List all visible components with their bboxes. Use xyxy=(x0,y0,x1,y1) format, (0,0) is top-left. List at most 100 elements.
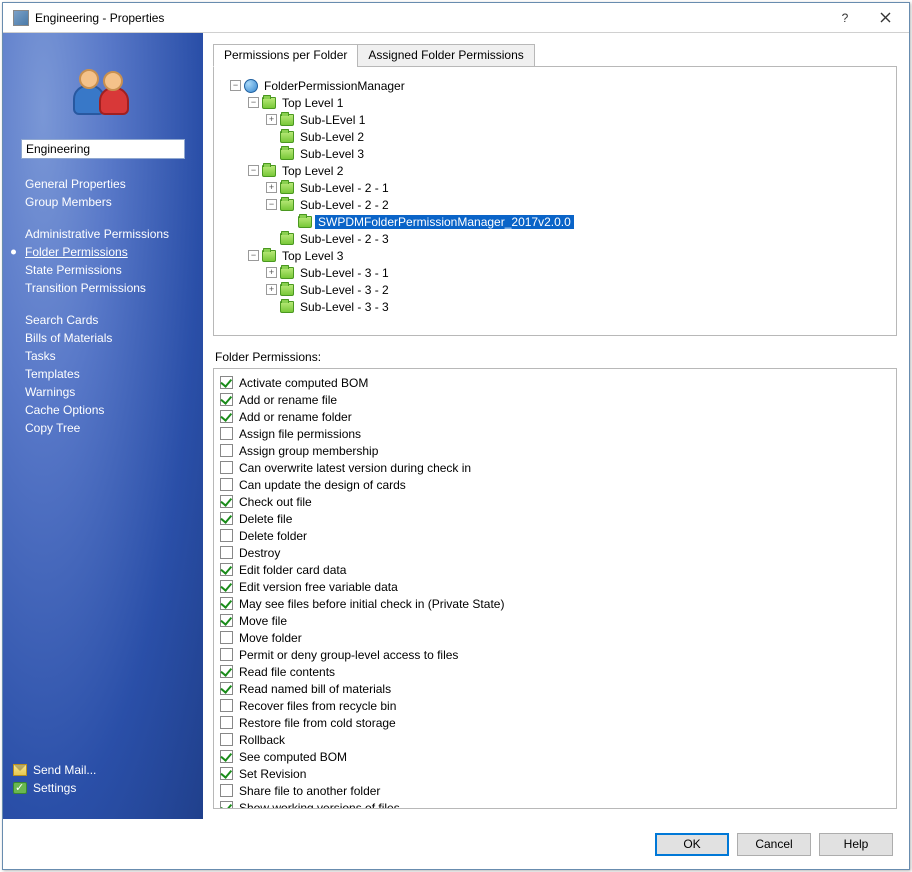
permission-checkbox[interactable] xyxy=(220,631,233,644)
permission-label[interactable]: Recover files from recycle bin xyxy=(239,699,396,713)
help-button-footer[interactable]: Help xyxy=(819,833,893,856)
settings-link[interactable]: Settings xyxy=(13,779,193,797)
tree-row[interactable]: +Sub-Level - 3 - 1 xyxy=(266,264,886,281)
tree-row[interactable]: Sub-Level 2 xyxy=(266,128,886,145)
permission-label[interactable]: May see files before initial check in (P… xyxy=(239,597,504,611)
sidebar-item[interactable]: Cache Options xyxy=(3,401,203,419)
permission-checkbox[interactable] xyxy=(220,801,233,809)
permission-checkbox[interactable] xyxy=(220,784,233,797)
tree-label[interactable]: FolderPermissionManager xyxy=(261,79,408,93)
expand-icon[interactable]: + xyxy=(266,114,277,125)
collapse-icon[interactable]: − xyxy=(230,80,241,91)
ok-button[interactable]: OK xyxy=(655,833,729,856)
permission-checkbox[interactable] xyxy=(220,648,233,661)
tree-row[interactable]: + Sub-Level - 2 - 1 xyxy=(266,179,886,196)
permission-label[interactable]: Delete folder xyxy=(239,529,307,543)
sidebar-item[interactable]: Templates xyxy=(3,365,203,383)
permission-label[interactable]: Edit version free variable data xyxy=(239,580,398,594)
tree-row[interactable]: Sub-Level - 2 - 3 xyxy=(266,230,886,247)
close-button[interactable] xyxy=(865,6,905,30)
permission-checkbox[interactable] xyxy=(220,563,233,576)
permission-checkbox[interactable] xyxy=(220,767,233,780)
sidebar-item[interactable]: State Permissions xyxy=(3,261,203,279)
permission-checkbox[interactable] xyxy=(220,597,233,610)
permission-label[interactable]: Edit folder card data xyxy=(239,563,346,577)
tree-label[interactable]: SWPDMFolderPermissionManager_2017v2.0.0 xyxy=(315,215,574,229)
permission-checkbox[interactable] xyxy=(220,410,233,423)
tree-row[interactable]: − Top Level 2 xyxy=(248,162,886,179)
sidebar-item[interactable]: Transition Permissions xyxy=(3,279,203,297)
permission-checkbox[interactable] xyxy=(220,665,233,678)
collapse-icon[interactable]: − xyxy=(248,165,259,176)
permission-label[interactable]: Delete file xyxy=(239,512,292,526)
tree-label[interactable]: Sub-Level - 2 - 1 xyxy=(297,181,392,195)
permission-label[interactable]: Destroy xyxy=(239,546,280,560)
permission-checkbox[interactable] xyxy=(220,495,233,508)
group-name-input[interactable] xyxy=(21,139,185,159)
tab[interactable]: Permissions per Folder xyxy=(213,44,358,67)
sidebar-item[interactable]: Warnings xyxy=(3,383,203,401)
permission-checkbox[interactable] xyxy=(220,461,233,474)
tree-label[interactable]: Sub-Level 2 xyxy=(297,130,367,144)
permission-label[interactable]: Assign group membership xyxy=(239,444,378,458)
permission-checkbox[interactable] xyxy=(220,478,233,491)
tree-row[interactable]: +Sub-Level - 3 - 2 xyxy=(266,281,886,298)
collapse-icon[interactable]: − xyxy=(266,199,277,210)
folder-tree[interactable]: −FolderPermissionManager−Top Level 1+Sub… xyxy=(224,77,886,315)
permission-label[interactable]: Move folder xyxy=(239,631,302,645)
tree-label[interactable]: Sub-Level - 3 - 1 xyxy=(297,266,392,280)
permission-label[interactable]: Assign file permissions xyxy=(239,427,361,441)
sidebar-item[interactable]: Bills of Materials xyxy=(3,329,203,347)
permission-label[interactable]: Restore file from cold storage xyxy=(239,716,396,730)
tree-row[interactable]: SWPDMFolderPermissionManager_2017v2.0.0 xyxy=(284,213,886,230)
permission-label[interactable]: Set Revision xyxy=(239,767,306,781)
permission-label[interactable]: Can update the design of cards xyxy=(239,478,406,492)
tree-label[interactable]: Top Level 2 xyxy=(279,164,346,178)
tree-row[interactable]: Sub-Level 3 xyxy=(266,145,886,162)
permission-checkbox[interactable] xyxy=(220,529,233,542)
expand-icon[interactable]: + xyxy=(266,284,277,295)
sidebar-item[interactable]: General Properties xyxy=(3,175,203,193)
tree-label[interactable]: Top Level 3 xyxy=(279,249,346,263)
sidebar-item[interactable]: Group Members xyxy=(3,193,203,211)
sidebar-item[interactable]: Search Cards xyxy=(3,311,203,329)
tree-label[interactable]: Sub-Level - 2 - 3 xyxy=(297,232,392,246)
permission-checkbox[interactable] xyxy=(220,682,233,695)
expand-icon[interactable]: + xyxy=(266,182,277,193)
tree-label[interactable]: Top Level 1 xyxy=(279,96,346,110)
tab[interactable]: Assigned Folder Permissions xyxy=(357,44,534,67)
permission-checkbox[interactable] xyxy=(220,393,233,406)
permission-label[interactable]: Show working versions of files xyxy=(239,801,400,810)
tree-label[interactable]: Sub-Level - 3 - 3 xyxy=(297,300,392,314)
permission-label[interactable]: Permit or deny group-level access to fil… xyxy=(239,648,458,662)
permission-label[interactable]: Check out file xyxy=(239,495,312,509)
sidebar-item[interactable]: Copy Tree xyxy=(3,419,203,437)
permission-label[interactable]: Rollback xyxy=(239,733,285,747)
permission-checkbox[interactable] xyxy=(220,733,233,746)
permission-checkbox[interactable] xyxy=(220,546,233,559)
permission-checkbox[interactable] xyxy=(220,716,233,729)
permission-checkbox[interactable] xyxy=(220,580,233,593)
permission-checkbox[interactable] xyxy=(220,444,233,457)
permission-label[interactable]: Add or rename file xyxy=(239,393,337,407)
permission-label[interactable]: Can overwrite latest version during chec… xyxy=(239,461,471,475)
permission-checkbox[interactable] xyxy=(220,512,233,525)
permission-label[interactable]: Add or rename folder xyxy=(239,410,352,424)
permission-label[interactable]: Activate computed BOM xyxy=(239,376,368,390)
permission-checkbox[interactable] xyxy=(220,699,233,712)
collapse-icon[interactable]: − xyxy=(248,250,259,261)
permission-label[interactable]: Read file contents xyxy=(239,665,335,679)
sidebar-item[interactable]: Administrative Permissions xyxy=(3,225,203,243)
tree-row[interactable]: − Sub-Level - 2 - 2 xyxy=(266,196,886,213)
permission-checkbox[interactable] xyxy=(220,427,233,440)
help-button[interactable]: ? xyxy=(825,6,865,30)
permission-label[interactable]: Share file to another folder xyxy=(239,784,380,798)
sidebar-item[interactable]: Tasks xyxy=(3,347,203,365)
cancel-button[interactable]: Cancel xyxy=(737,833,811,856)
tree-row[interactable]: −Top Level 1 xyxy=(248,94,886,111)
permission-label[interactable]: See computed BOM xyxy=(239,750,347,764)
tree-label[interactable]: Sub-Level - 2 - 2 xyxy=(297,198,392,212)
sidebar-item[interactable]: Folder Permissions xyxy=(3,243,203,261)
permission-checkbox[interactable] xyxy=(220,750,233,763)
tree-row[interactable]: − FolderPermissionManager xyxy=(230,77,886,94)
